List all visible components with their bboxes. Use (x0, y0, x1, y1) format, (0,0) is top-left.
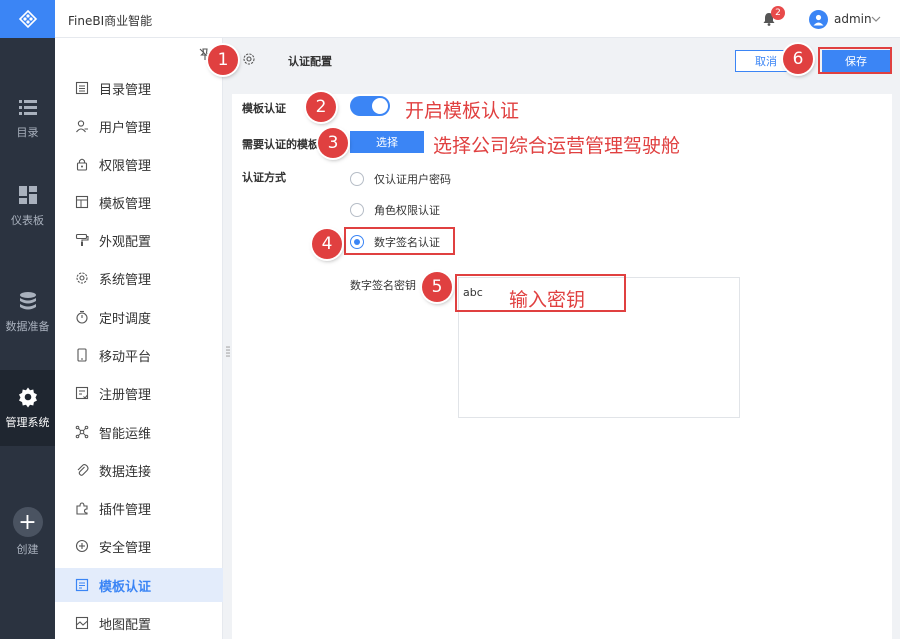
settings-icon (76, 272, 88, 284)
radio-label: 角色权限认证 (374, 204, 440, 217)
sidebar-item-label: 外观配置 (99, 234, 152, 250)
settings-gear-icon[interactable] (242, 52, 256, 66)
radio-password-only[interactable]: 仅认证用户密码 (350, 170, 451, 188)
sidebar-item-label: 用户管理 (99, 120, 152, 136)
step-marker-4: 4 (312, 229, 342, 259)
step-3-instruction: 选择公司综合运营管理驾驶舱 (433, 135, 681, 157)
shield-icon (75, 539, 89, 553)
radio-button[interactable] (350, 172, 364, 186)
timer-icon (76, 310, 88, 324)
step-marker-6: 6 (783, 44, 813, 74)
radio-label: 仅认证用户密码 (374, 173, 451, 186)
lock-icon (76, 158, 88, 171)
paint-icon (75, 233, 89, 246)
map-icon (75, 616, 89, 630)
template-auth-toggle[interactable] (350, 96, 390, 116)
sidebar-item-label: 目录管理 (99, 82, 152, 98)
gear-icon (18, 387, 37, 408)
link-icon (77, 464, 89, 476)
templates-label: 需要认证的模板 (242, 138, 319, 151)
sidebar-item-label: 模板认证 (99, 579, 152, 595)
sidebar-item-catalog[interactable]: 目录管理 (55, 71, 223, 105)
sidebar-item-appearance[interactable]: 外观配置 (55, 223, 223, 257)
toggle-knob (372, 98, 388, 114)
step-marker-3: 3 (318, 128, 348, 158)
chevron-down-icon[interactable] (870, 13, 882, 25)
sidebar-item-template-auth[interactable]: 模板认证 (55, 568, 223, 602)
step-marker-1: 1 (208, 45, 238, 75)
sidebar-item-data-connection[interactable]: 数据连接 (55, 453, 223, 487)
step-6-highlight-box (818, 47, 892, 74)
step-marker-5: 5 (422, 272, 452, 302)
rail-item-label: 数据准备 (5, 320, 50, 333)
network-icon (75, 425, 89, 439)
step-5-instruction: 输入密钥 (509, 289, 586, 311)
rail-item-label: 仪表板 (11, 214, 44, 227)
sidebar-resize-handle[interactable] (226, 345, 230, 359)
rail-item-label: 创建 (16, 543, 39, 556)
rail-item-label: 目录 (16, 126, 39, 139)
signature-key-label: 数字签名密钥 (350, 279, 416, 292)
auth-config-panel: 模板认证 需要认证的模板 选择 认证方式 仅认证用户密码 角色权限认证 数字签名… (232, 94, 892, 639)
radio-button[interactable] (350, 203, 364, 217)
choose-template-button[interactable]: 选择 (350, 131, 424, 153)
sidebar-item-map[interactable]: 地图配置 (55, 606, 223, 639)
sidebar-item-label: 权限管理 (99, 158, 152, 174)
sidebar-item-label: 插件管理 (99, 502, 152, 518)
step-4-highlight-box (344, 227, 455, 255)
rail-item-data-prep[interactable]: 数据准备 (0, 274, 55, 350)
sidebar-item-label: 地图配置 (99, 617, 152, 633)
step-2-instruction: 开启模板认证 (405, 100, 520, 122)
sidebar-item-label: 数据连接 (99, 464, 152, 480)
sidebar-item-registration[interactable]: 注册管理 (55, 376, 223, 410)
sidebar-item-users[interactable]: 用户管理 (55, 109, 223, 143)
template-icon (75, 195, 89, 209)
template-auth-label: 模板认证 (242, 102, 286, 115)
page-title: 认证配置 (288, 55, 332, 68)
rail-item-admin[interactable]: 管理系统 (0, 370, 55, 446)
radio-role-permission[interactable]: 角色权限认证 (350, 201, 440, 219)
step-marker-2: 2 (306, 92, 336, 122)
database-icon (19, 292, 36, 310)
admin-sidebar: 目录管理 用户管理 权限管理 模板管理 外观配置 系统管理 定时调度 移动平台 … (55, 38, 223, 639)
user-name[interactable]: admin (834, 12, 872, 26)
dashboard-icon (18, 186, 37, 204)
sidebar-item-label: 智能运维 (99, 426, 152, 442)
rail-item-label: 管理系统 (5, 416, 50, 429)
plugin-icon (76, 502, 88, 515)
list-icon (18, 100, 37, 115)
app-title: FineBI商业智能 (68, 14, 153, 28)
register-icon (75, 386, 89, 400)
rail-item-dashboard[interactable]: 仪表板 (0, 168, 55, 244)
sidebar-item-system[interactable]: 系统管理 (55, 261, 223, 295)
app-rail: 目录 仪表板 数据准备 管理系统 + 创建 (0, 0, 55, 639)
avatar[interactable] (809, 10, 828, 29)
user-avatar-icon (813, 14, 824, 26)
sidebar-item-smart-ops[interactable]: 智能运维 (55, 415, 223, 449)
auth-method-label: 认证方式 (242, 171, 286, 184)
catalog-icon (75, 81, 89, 95)
logo-icon (18, 9, 37, 29)
sidebar-item-schedule[interactable]: 定时调度 (55, 300, 223, 334)
sidebar-item-label: 注册管理 (99, 387, 152, 403)
sidebar-item-label: 系统管理 (99, 272, 152, 288)
rail-item-create[interactable]: + 创建 (0, 494, 55, 570)
sidebar-item-permissions[interactable]: 权限管理 (55, 147, 223, 181)
user-icon (76, 120, 88, 133)
sidebar-item-label: 安全管理 (99, 540, 152, 556)
mobile-icon (77, 348, 87, 362)
rail-item-catalog[interactable]: 目录 (0, 80, 55, 156)
app-logo[interactable] (0, 0, 55, 38)
sidebar-item-label: 移动平台 (99, 349, 152, 365)
sidebar-item-label: 模板管理 (99, 196, 152, 212)
notification-badge: 2 (771, 6, 785, 20)
certificate-icon (75, 578, 89, 592)
sidebar-item-plugins[interactable]: 插件管理 (55, 491, 223, 525)
sidebar-item-mobile[interactable]: 移动平台 (55, 338, 223, 372)
plus-icon: + (12, 507, 43, 537)
top-header: FineBI商业智能 2 admin (55, 0, 900, 38)
sidebar-item-templates[interactable]: 模板管理 (55, 185, 223, 219)
sidebar-item-label: 定时调度 (99, 311, 152, 327)
sidebar-item-security[interactable]: 安全管理 (55, 529, 223, 563)
